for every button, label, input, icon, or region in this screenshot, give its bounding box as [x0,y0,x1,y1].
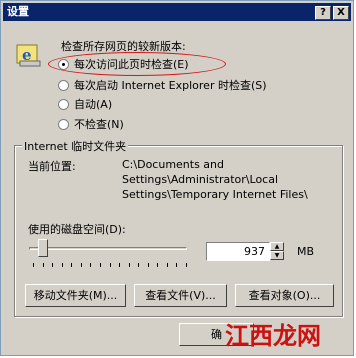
settings-dialog: 设置 ? X e 检查所存网页的较新版本: 每次访问此页时检查(E) 每次启动 … [0,0,354,356]
slider-tick [186,263,187,267]
slider-tick [109,263,111,267]
location-label: 当前位置: [28,160,76,173]
slider-tick [166,263,168,267]
highlight-annotation [48,52,226,76]
location-path-line-3: Settings\Temporary Internet Files\ [122,188,308,201]
disk-space-spinner[interactable]: ▲ ▼ [270,242,284,261]
radio-label: 每次启动 Internet Explorer 时检查(S) [74,79,267,92]
slider-tick [71,263,73,267]
slider-tick [99,263,101,267]
radio-automatic[interactable]: 自动(A) [58,96,112,112]
location-path-line-2: Settings\Administrator\Local [122,173,279,186]
internet-explorer-icon: e [16,44,41,67]
help-button[interactable]: ? [315,6,331,20]
radio-button[interactable] [58,98,69,110]
slider-tick [147,263,149,267]
radio-label: 自动(A) [74,98,113,111]
close-button[interactable]: X [333,6,349,20]
temp-files-group-title: Internet 临时文件夹 [22,138,129,154]
slider-tick [128,263,130,267]
disk-space-slider-track[interactable] [29,247,187,250]
slider-tick [61,263,63,267]
radio-every-start[interactable]: 每次启动 Internet Explorer 时检查(S) [58,77,267,93]
radio-button[interactable] [58,118,69,130]
location-path-line-1: C:\Documents and [122,158,225,171]
disk-space-slider-thumb[interactable] [37,239,48,257]
slider-tick [52,263,54,267]
slider-tick [119,263,121,267]
radio-button[interactable] [58,79,69,91]
slider-tick [80,263,82,267]
slider-tick [138,263,140,267]
disk-unit-label: MB [297,245,315,258]
title-bar: 设置 ? X [3,3,351,21]
slider-tick [33,263,34,267]
view-objects-button[interactable]: 查看对象(O)... [235,284,334,307]
svg-text:e: e [22,46,32,64]
view-files-button[interactable]: 查看文件(V)... [134,284,227,307]
slider-ticks [33,263,187,268]
slider-tick [176,263,178,267]
watermark-text: 江西龙网 [225,322,321,350]
disk-space-input[interactable]: 937 [206,242,270,261]
move-folder-button[interactable]: 移动文件夹(M)... [25,284,126,307]
spin-down-icon[interactable]: ▼ [270,251,284,260]
slider-tick [90,263,92,267]
disk-space-label: 使用的磁盘空间(D): [28,223,126,236]
spin-up-icon[interactable]: ▲ [270,242,284,251]
slider-tick [157,263,159,267]
radio-never[interactable]: 不检查(N) [58,116,124,132]
slider-tick [42,263,44,267]
radio-label: 不检查(N) [74,118,124,131]
window-title: 设置 [7,5,29,18]
